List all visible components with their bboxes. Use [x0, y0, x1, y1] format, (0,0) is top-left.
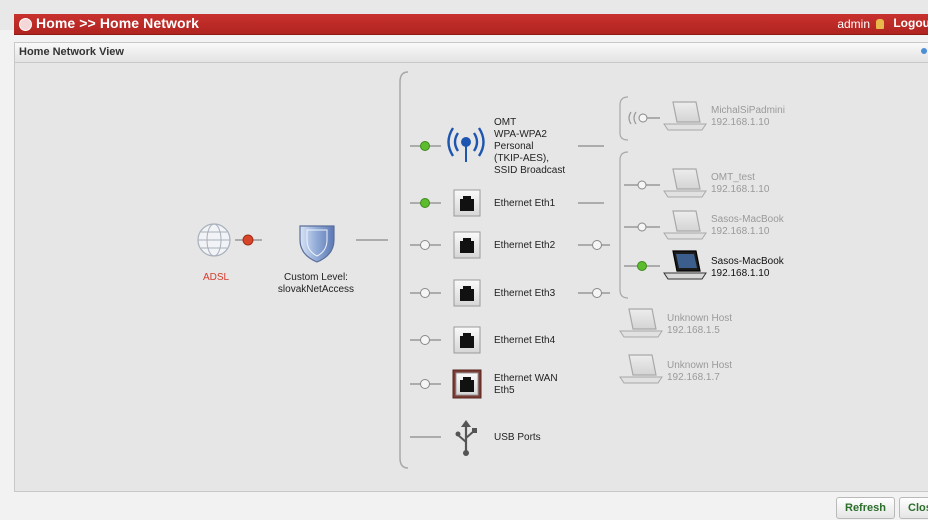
interface-label-eth3: Ethernet Eth3 — [494, 288, 556, 299]
device-label[interactable]: Sasos-MacBook 192.168.1.10 — [711, 256, 784, 280]
device-ip: 192.168.1.5 — [667, 325, 720, 336]
ethernet-port-icon-eth1[interactable] — [453, 189, 481, 217]
device-name: OMT_test — [711, 172, 755, 183]
security-level-label: Custom Level: slovakNetAccess — [277, 272, 355, 296]
wifi-label-line: SSID Broadcast — [494, 165, 566, 176]
close-button[interactable]: Close — [899, 497, 928, 519]
device-name: Unknown Host — [667, 313, 733, 324]
security-level-line2: slovakNetAccess — [277, 284, 355, 295]
ethernet-port-icon-wan[interactable] — [452, 369, 482, 399]
wifi-antenna-icon[interactable] — [447, 127, 485, 162]
interface-bracket — [399, 71, 409, 469]
shield-icon[interactable] — [299, 225, 335, 263]
wifi-client-bracket — [619, 96, 629, 141]
wan-label-line: Eth5 — [494, 385, 515, 396]
laptop-icon-unknown-host-2[interactable] — [619, 354, 663, 384]
device-ip: 192.168.1.10 — [711, 184, 770, 195]
interface-label-eth2: Ethernet Eth2 — [494, 240, 556, 251]
device-label[interactable]: Unknown Host 192.168.1.5 — [667, 313, 732, 337]
interface-label-wifi: OMT WPA-WPA2 Personal (TKIP-AES), SSID B… — [494, 117, 565, 177]
wifi-label-line: (TKIP-AES), — [494, 153, 550, 164]
status-dot-red — [242, 234, 254, 246]
globe-icon[interactable] — [197, 223, 231, 257]
usb-icon[interactable] — [455, 420, 478, 456]
wifi-client-connector — [628, 111, 660, 125]
device-label[interactable]: Sasos-MacBook 192.168.1.10 — [711, 214, 784, 238]
adsl-label: ADSL — [203, 272, 230, 283]
refresh-button[interactable]: Refresh — [836, 497, 895, 519]
interface-label-eth4: Ethernet Eth4 — [494, 335, 556, 346]
interface-label-eth1: Ethernet Eth1 — [494, 198, 556, 209]
wifi-label-line: WPA-WPA2 — [494, 129, 547, 140]
laptop-icon-omt-test[interactable] — [663, 168, 707, 198]
interface-connectors — [410, 141, 441, 438]
interface-label-wan: Ethernet WAN Eth5 — [494, 373, 558, 397]
wan-label-line: Ethernet WAN — [494, 373, 558, 384]
wifi-label-line: OMT — [494, 117, 517, 128]
device-name: Sasos-MacBook — [711, 256, 784, 267]
device-name: MichalSiPadmini — [711, 105, 785, 116]
interface-label-usb: USB Ports — [494, 432, 541, 443]
device-label[interactable]: OMT_test 192.168.1.10 — [711, 172, 769, 196]
device-ip: 192.168.1.10 — [711, 226, 770, 237]
device-label[interactable]: Unknown Host 192.168.1.7 — [667, 360, 732, 384]
security-level-line1: Custom Level: — [284, 272, 348, 283]
laptop-icon-unknown-host-1[interactable] — [619, 308, 663, 338]
network-diagram — [197, 71, 707, 469]
device-ip: 192.168.1.7 — [667, 372, 720, 383]
device-name: Sasos-MacBook — [711, 214, 784, 225]
device-ip: 192.168.1.10 — [711, 117, 770, 128]
eth-client-bracket — [619, 151, 629, 299]
device-name: Unknown Host — [667, 360, 733, 371]
ethernet-port-icon-eth4[interactable] — [453, 326, 481, 354]
device-label[interactable]: MichalSiPadmini 192.168.1.10 — [711, 105, 785, 129]
laptop-icon-michalsipadmini[interactable] — [663, 101, 707, 131]
laptop-icon-sasos-macbook-1[interactable] — [663, 210, 707, 240]
wifi-label-line: Personal — [494, 141, 534, 152]
ethernet-port-icon-eth2[interactable] — [453, 231, 481, 259]
laptop-icon-sasos-macbook-2[interactable] — [663, 250, 707, 280]
device-ip: 192.168.1.10 — [711, 268, 770, 279]
ethernet-port-icon-eth3[interactable] — [453, 279, 481, 307]
